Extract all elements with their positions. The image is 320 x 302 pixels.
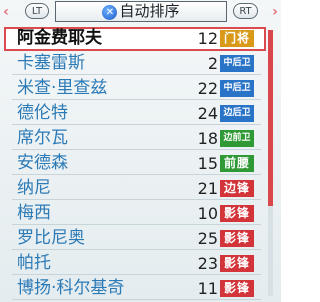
player-row[interactable]: 安德森 15 前腰 <box>0 152 281 175</box>
player-row[interactable]: 罗比尼奥 25 影锋 <box>0 227 281 250</box>
player-name: 纳尼 <box>17 178 51 198</box>
player-row[interactable]: 德伦特 24 边后卫 <box>0 102 281 125</box>
position-badge: 影锋 <box>220 205 254 222</box>
player-name: 阿金费耶夫 <box>17 28 102 48</box>
player-number: 10 <box>197 204 218 223</box>
player-row[interactable]: 博扬·科尔基奇 11 影锋 <box>0 277 281 300</box>
position-badge: 边后卫 <box>220 105 254 122</box>
auto-sort-button[interactable]: ✕ 自动排序 <box>55 1 227 22</box>
player-number: 25 <box>197 229 218 248</box>
player-number: 12 <box>197 29 218 48</box>
player-row[interactable]: 席尔瓦 18 边前卫 <box>0 127 281 150</box>
sort-header: ‹ LT ✕ 自动排序 RT › <box>0 0 281 25</box>
auto-sort-label: 自动排序 <box>119 2 180 20</box>
player-name: 德伦特 <box>17 103 68 123</box>
position-badge: 中后卫 <box>220 80 254 97</box>
player-sort-panel: ‹ LT ✕ 自动排序 RT › 阿金费耶夫 12 门将 卡塞雷斯 2 中后卫 米查·里查兹 2… <box>0 0 281 302</box>
player-row[interactable]: 梅西 10 影锋 <box>0 202 281 225</box>
position-badge: 门将 <box>220 30 254 47</box>
player-number: 24 <box>197 104 218 123</box>
player-name: 安德森 <box>17 153 68 173</box>
lt-button[interactable]: LT <box>25 3 49 19</box>
position-badge: 影锋 <box>220 255 254 272</box>
scrollbar-thumb[interactable] <box>268 30 273 206</box>
player-row[interactable]: 米查·里查兹 22 中后卫 <box>0 77 281 100</box>
next-arrow-icon[interactable]: › <box>271 3 279 21</box>
player-number: 2 <box>207 54 218 73</box>
player-name: 米查·里查兹 <box>17 78 108 98</box>
player-row[interactable]: 卡塞雷斯 2 中后卫 <box>0 52 281 75</box>
list-scrollbar[interactable] <box>268 30 273 296</box>
player-number: 11 <box>197 279 218 298</box>
rt-button[interactable]: RT <box>233 3 258 19</box>
position-badge: 中后卫 <box>220 55 254 72</box>
player-row[interactable]: 纳尼 21 边锋 <box>0 177 281 200</box>
position-badge: 边锋 <box>220 180 254 197</box>
player-number: 21 <box>197 179 218 198</box>
player-row[interactable]: 帕托 23 影锋 <box>0 252 281 275</box>
player-list: 阿金费耶夫 12 门将 卡塞雷斯 2 中后卫 米查·里查兹 22 中后卫 德伦特 24 边后卫 席尔瓦 1… <box>0 25 281 302</box>
player-name: 梅西 <box>17 203 51 223</box>
player-number: 22 <box>197 79 218 98</box>
player-row-selected[interactable]: 阿金费耶夫 12 门将 <box>4 27 266 51</box>
player-name: 博扬·科尔基奇 <box>17 278 125 298</box>
player-number: 15 <box>197 154 218 173</box>
player-name: 卡塞雷斯 <box>17 53 85 73</box>
position-badge: 前腰 <box>220 155 254 172</box>
previous-arrow-icon[interactable]: ‹ <box>2 3 10 21</box>
x-button-icon: ✕ <box>102 5 118 20</box>
position-badge: 影锋 <box>220 230 254 247</box>
position-badge: 影锋 <box>220 280 254 297</box>
player-name: 席尔瓦 <box>17 128 68 148</box>
player-name: 罗比尼奥 <box>17 228 85 248</box>
position-badge: 边前卫 <box>220 130 254 147</box>
player-number: 18 <box>197 129 218 148</box>
player-name: 帕托 <box>17 253 51 273</box>
player-number: 23 <box>197 254 218 273</box>
